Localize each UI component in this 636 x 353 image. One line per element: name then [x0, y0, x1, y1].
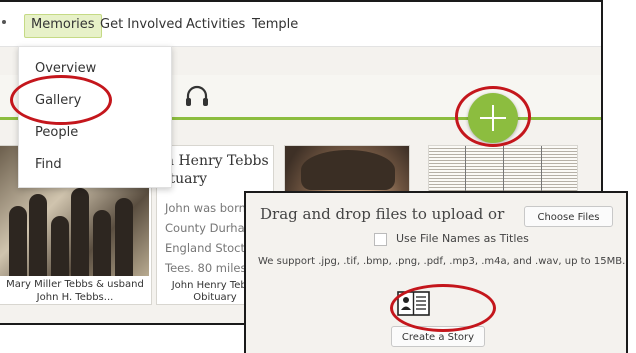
family-photo-caption: Mary Miller Tebbs & usband John H. Tebbs…: [0, 278, 151, 304]
menu-item-people[interactable]: People: [35, 123, 78, 143]
highlight-ring-story: [390, 284, 496, 332]
nav-memories[interactable]: Memories: [24, 14, 102, 38]
highlight-ring-add: [455, 86, 531, 147]
nav-edge-marker: [2, 20, 6, 24]
top-navigation: Memories Get Involved Activities Temple: [0, 2, 601, 47]
file-names-checkbox[interactable]: [374, 233, 387, 246]
obituary-title: n Henry Tebbs ituary: [165, 153, 269, 187]
highlight-ring-gallery: [10, 75, 112, 125]
drag-drop-text: Drag and drop files to upload or: [260, 205, 505, 223]
nav-temple[interactable]: Temple: [246, 14, 304, 36]
supported-formats-text: We support .jpg, .tif, .bmp, .png, .pdf,…: [258, 256, 626, 267]
upload-panel: Drag and drop files to upload or Choose …: [244, 191, 628, 353]
nav-activities[interactable]: Activities: [180, 14, 251, 36]
headphones-icon[interactable]: [184, 84, 210, 108]
menu-item-find[interactable]: Find: [35, 155, 62, 175]
file-names-label: Use File Names as Titles: [396, 232, 529, 245]
nav-get-involved[interactable]: Get Involved: [94, 14, 189, 36]
choose-files-button[interactable]: Choose Files: [524, 206, 613, 227]
